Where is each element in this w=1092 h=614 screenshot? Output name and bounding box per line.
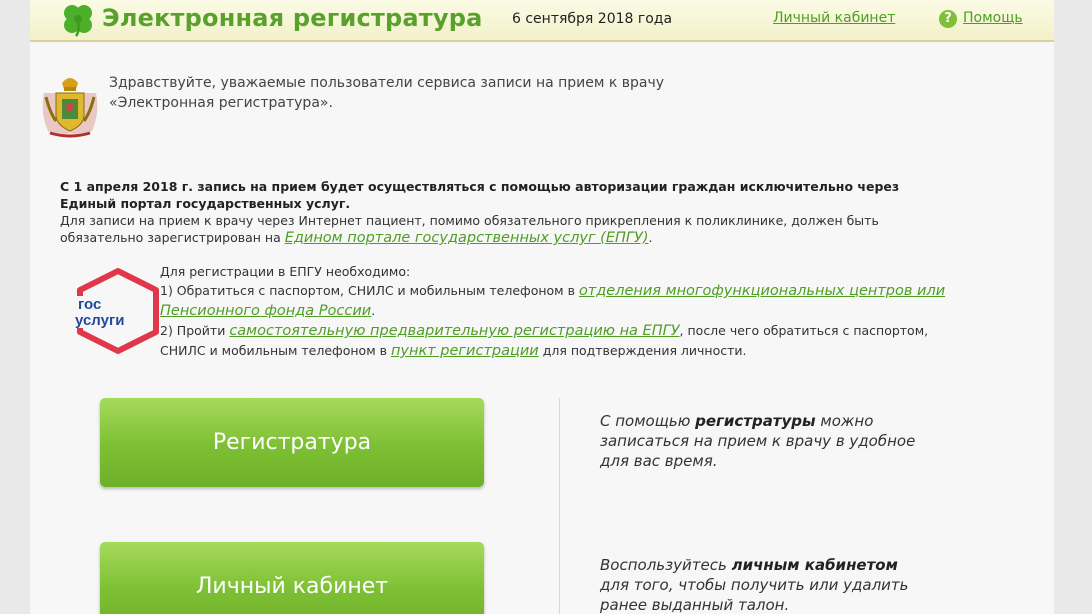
step2-text: 2) Пройти [160,323,226,338]
self-registration-link[interactable]: самостоятельную предварительную регистра… [229,323,679,339]
cabinet-button[interactable]: Личный кабинет [100,542,484,614]
registry-button[interactable]: Регистратура [100,398,484,487]
epgu-link[interactable]: Едином портале государственных услуг (ЕП… [285,230,649,246]
notice-bold: С 1 апреля 2018 г. запись на прием будет… [60,179,900,211]
cabinet-description: Воспользуйтесь личным кабинетом для того… [600,555,920,614]
registry-desc-bold: регистратуры [695,412,816,430]
registration-point-link[interactable]: пункт регистрации [391,343,539,359]
cabinet-desc-bold: личным кабинетом [731,556,898,574]
header-bar: Электронная регистратура 6 сентября 2018… [30,0,1054,42]
vertical-divider [559,398,560,614]
registry-desc-pre: С помощью [600,412,691,430]
page: Электронная регистратура 6 сентября 2018… [30,0,1054,614]
cabinet-desc-post: для того, чтобы получить или удалить ран… [600,576,909,614]
greeting-line-1: Здравствуйте, уважаемые пользователи сер… [109,75,665,91]
coat-of-arms-icon [42,78,98,138]
greeting-text: Здравствуйте, уважаемые пользователи сер… [109,73,709,113]
epgu-notice: С 1 апреля 2018 г. запись на прием будет… [60,178,920,247]
cabinet-desc-pre: Воспользуйтесь [600,556,727,574]
gosuslugi-line-2: услуги [75,312,124,329]
current-date: 6 сентября 2018 года [512,11,673,27]
header-cabinet-link[interactable]: Личный кабинет [773,10,895,26]
greeting-line-2: «Электронная регистратура». [109,95,333,111]
gosuslugi-line-1: гос [78,296,101,313]
help-icon[interactable]: ? [939,10,957,28]
registration-info: Для регистрации в ЕПГУ необходимо: 1) Об… [160,262,960,361]
registration-step-1: 1) Обратиться с паспортом, СНИЛС и мобил… [160,281,960,321]
step1-text: 1) Обратиться с паспортом, СНИЛС и мобил… [160,283,575,298]
registration-intro: Для регистрации в ЕПГУ необходимо: [160,264,411,279]
registration-step-2: 2) Пройти самостоятельную предварительну… [160,321,960,361]
step1-tail: . [371,303,376,318]
registry-description: С помощью регистратуры можно записаться … [600,411,920,471]
app-title: Электронная регистратура [102,4,483,32]
clover-icon [64,5,92,37]
step2-tail: для подтверждения личности. [542,343,747,358]
notice-tail: . [648,230,653,245]
header-help-link[interactable]: Помощь [963,10,1023,26]
gosuslugi-logo: гос услуги [74,268,159,354]
